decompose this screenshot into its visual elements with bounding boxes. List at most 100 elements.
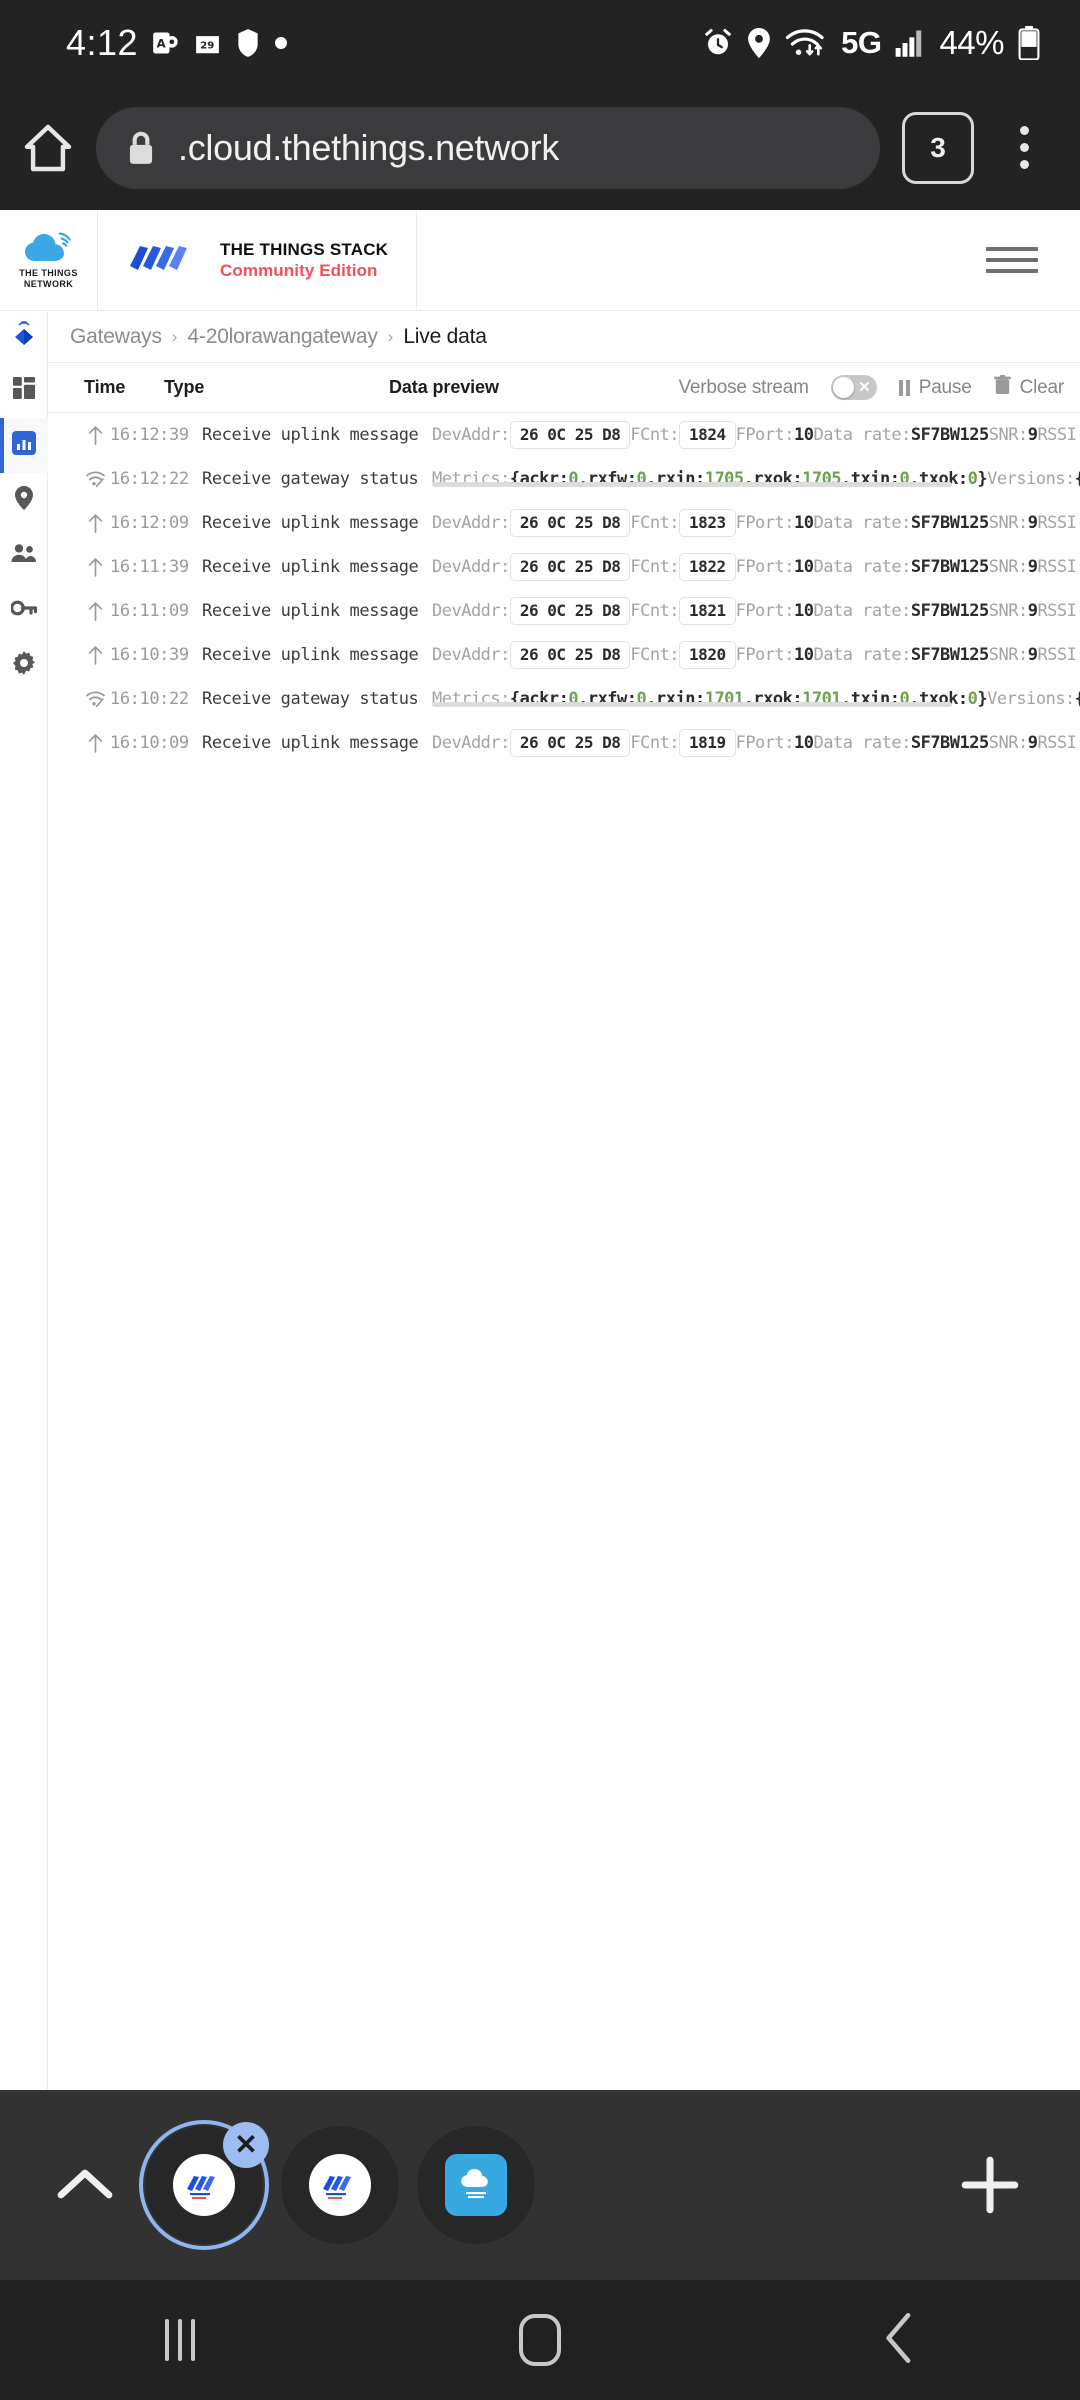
recents-icon (165, 2319, 195, 2361)
breadcrumb-item-gateways[interactable]: Gateways (70, 325, 162, 349)
app-sidebar (0, 311, 48, 2090)
back-button[interactable] (720, 2312, 1080, 2369)
sidebar-item-general-settings[interactable] (0, 638, 48, 693)
fport-label: FPort: (735, 513, 795, 533)
the-things-stack-tab-2[interactable] (281, 2126, 399, 2244)
fcnt-value: 1819 (679, 729, 736, 757)
metrics-close-brace: } (977, 689, 988, 709)
things-stack-icon (130, 246, 187, 270)
row-scroll-indicator[interactable] (432, 702, 952, 707)
ttn-logo[interactable]: THE THINGS NETWORK (0, 210, 98, 310)
home-nav-icon (519, 2314, 561, 2366)
devaddr-label: DevAddr: (432, 557, 510, 577)
app-body: Gateways › 4-20lorawangateway › Live dat… (0, 311, 1080, 2090)
clear-button[interactable]: Clear (993, 375, 1064, 400)
new-tab-button[interactable] (950, 2154, 1030, 2216)
row-type: Receive gateway status (202, 469, 419, 489)
snr-label: SNR: (988, 557, 1028, 577)
table-row[interactable]: 16:11:39 Receive uplink message DevAddr:… (48, 545, 1080, 589)
recents-button[interactable] (0, 2319, 360, 2361)
hamburger-icon[interactable] (986, 247, 1038, 273)
snr-value: 9 (1027, 601, 1038, 621)
breadcrumb-item-gateway-id[interactable]: 4-20lorawangateway (187, 325, 377, 349)
row-scroll-indicator[interactable] (432, 482, 952, 487)
fcnt-label: FCnt: (630, 601, 680, 621)
pause-label: Pause (918, 376, 972, 398)
sidebar-item-collaborators[interactable] (0, 528, 48, 583)
snr-value: 9 (1027, 425, 1038, 445)
versions-value: { ttn (1075, 689, 1080, 709)
status-bar-clock: 4:12 (66, 21, 139, 63)
web-page-viewport: THE THINGS NETWORK THE THINGS STACK Comm… (0, 210, 1080, 2090)
fport-value: 10 (794, 425, 814, 445)
datarate-label: Data rate: (813, 733, 911, 753)
things-stack-favicon (173, 2154, 235, 2216)
kebab-menu-icon[interactable] (988, 126, 1060, 169)
rssi-label: RSSI: (1037, 733, 1080, 753)
breadcrumb-separator: › (171, 326, 178, 346)
datarate-label: Data rate: (813, 513, 911, 533)
table-row[interactable]: 16:12:09 Receive uplink message DevAddr:… (48, 501, 1080, 545)
notification-dot-icon (275, 36, 288, 49)
tab-counter-button[interactable]: 3 (902, 111, 974, 184)
verbose-stream-toggle[interactable]: ✕ (830, 375, 877, 400)
datarate-label: Data rate: (813, 601, 911, 621)
row-time: 16:11:39 (110, 557, 189, 577)
row-time: 16:12:22 (110, 469, 189, 489)
uplink-arrow-icon (82, 601, 108, 621)
svg-text:29: 29 (200, 40, 214, 51)
the-things-network-tab[interactable] (417, 2126, 535, 2244)
row-data-preview: Metrics: { ackr: 0, rxfw: 0, rxin: 1705,… (432, 469, 1080, 489)
row-data-preview: DevAddr: 26 0C 25 D8 FCnt: 1822 FPort: 1… (432, 553, 1080, 581)
devaddr-label: DevAddr: (432, 733, 510, 753)
table-row[interactable]: 16:10:09 Receive uplink message DevAddr:… (48, 721, 1080, 765)
close-tab-icon[interactable]: ✕ (223, 2122, 269, 2168)
row-time: 16:11:09 (110, 601, 189, 621)
row-time: 16:10:22 (110, 689, 189, 709)
fcnt-value: 1821 (679, 597, 736, 625)
back-icon (883, 2312, 917, 2369)
sidebar-item-live-data[interactable] (0, 418, 48, 473)
sidebar-item-overview[interactable] (0, 363, 48, 418)
table-row[interactable]: 16:10:22 Receive gateway status Metrics:… (48, 677, 1080, 721)
snr-label: SNR: (988, 513, 1028, 533)
uplink-arrow-icon (82, 513, 108, 533)
devaddr-value: 26 0C 25 D8 (509, 421, 631, 449)
snr-value: 9 (1027, 557, 1038, 577)
phone-screen: 4:12 A 29 5G 44% .cloud.thethings.networ… (0, 0, 1080, 2400)
datarate-value: SF7BW125 (910, 557, 989, 577)
fport-value: 10 (794, 645, 814, 665)
home-button[interactable] (0, 120, 96, 176)
column-header-time: Time (84, 377, 126, 397)
table-row[interactable]: 16:12:22 Receive gateway status Metrics:… (48, 457, 1080, 501)
fcnt-label: FCnt: (630, 425, 680, 445)
table-row[interactable]: 16:11:09 Receive uplink message DevAddr:… (48, 589, 1080, 633)
the-things-stack-tab-1[interactable]: ✕ (139, 2120, 269, 2250)
rssi-label: RSSI: (1037, 557, 1080, 577)
snr-label: SNR: (988, 601, 1028, 621)
url-bar[interactable]: .cloud.thethings.network (96, 106, 880, 189)
table-row[interactable]: 16:10:39 Receive uplink message DevAddr:… (48, 633, 1080, 677)
row-time: 16:10:09 (110, 733, 189, 753)
lock-icon (126, 129, 156, 167)
ttn-logo-text: THE THINGS NETWORK (19, 268, 78, 290)
fport-label: FPort: (735, 557, 795, 577)
breadcrumb-item-live-data: Live data (403, 324, 487, 348)
breadcrumb-separator: › (387, 326, 394, 346)
sidebar-item-location[interactable] (0, 473, 48, 528)
chevron-up-icon[interactable] (45, 2165, 125, 2205)
ttn-diamond-icon[interactable] (0, 311, 48, 363)
table-row[interactable]: 16:12:39 Receive uplink message DevAddr:… (48, 413, 1080, 457)
fcnt-label: FCnt: (630, 513, 680, 533)
app-header: THE THINGS NETWORK THE THINGS STACK Comm… (0, 210, 1080, 311)
datarate-label: Data rate: (813, 645, 911, 665)
home-nav-button[interactable] (360, 2314, 720, 2366)
snr-label: SNR: (988, 645, 1028, 665)
fport-label: FPort: (735, 601, 795, 621)
fcnt-value: 1822 (679, 553, 736, 581)
pause-button[interactable]: Pause (898, 376, 972, 399)
calendar-29-icon: 29 (194, 29, 221, 57)
fport-label: FPort: (735, 425, 795, 445)
sidebar-item-api-keys[interactable] (0, 583, 48, 638)
battery-percent-label: 44% (939, 23, 1004, 61)
